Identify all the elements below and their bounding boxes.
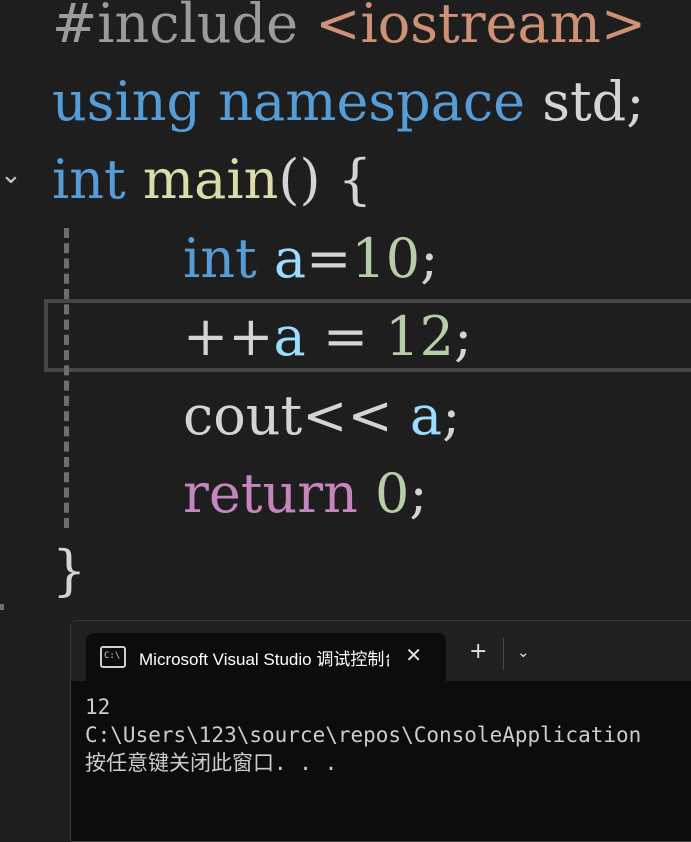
console-tab-bar: Microsoft Visual Studio 调试控制台 ✕ + ⌄ — [71, 621, 691, 681]
console-output: 12 C:\Users\123\source\repos\ConsoleAppli… — [85, 693, 641, 777]
console-tab[interactable]: Microsoft Visual Studio 调试控制台 ✕ — [86, 633, 446, 681]
output-line-1: 12 — [85, 695, 111, 719]
output-line-2: C:\Users\123\source\repos\ConsoleApplica… — [85, 723, 642, 747]
plus-icon[interactable]: + — [469, 641, 487, 663]
keyword-return: return — [183, 462, 358, 525]
code-line-4[interactable]: int a=10; — [183, 220, 438, 298]
semicolon: ; — [409, 462, 428, 525]
code-line-8[interactable]: } — [52, 532, 86, 610]
include-header: <iostream> — [315, 0, 647, 55]
code-editor[interactable]: ⌄ #include <iostream> using namespace st… — [0, 0, 691, 610]
assign-operator: = — [305, 305, 386, 368]
debug-console-window[interactable]: Microsoft Visual Studio 调试控制台 ✕ + ⌄ 12 C:… — [70, 620, 691, 842]
close-icon[interactable]: ✕ — [405, 643, 422, 667]
code-line-5[interactable]: ++a = 12; — [183, 298, 472, 376]
console-tab-title: Microsoft Visual Studio 调试控制台 — [139, 649, 389, 669]
number-literal: 0 — [375, 462, 410, 525]
number-literal: 10 — [351, 227, 421, 290]
code-line-6[interactable]: cout<< a; — [183, 377, 460, 455]
code-line-1[interactable]: #include <iostream> — [52, 0, 646, 63]
close-brace: } — [52, 539, 87, 602]
namespace-name: std — [542, 70, 627, 133]
assign-operator: = — [306, 227, 352, 290]
semicolon: ; — [626, 70, 645, 133]
code-line-2[interactable]: using namespace std; — [52, 63, 644, 141]
cout-identifier: cout — [183, 384, 303, 447]
fold-chevron-icon[interactable]: ⌄ — [0, 160, 22, 190]
variable-a: a — [273, 305, 306, 368]
keyword-int: int — [52, 148, 126, 211]
chevron-down-icon[interactable]: ⌄ — [517, 643, 530, 661]
keyword-using: using — [52, 70, 202, 133]
semicolon: ; — [420, 227, 439, 290]
stream-operator: << — [302, 384, 393, 447]
code-line-7[interactable]: return 0; — [183, 455, 428, 533]
increment-operator: ++ — [183, 305, 274, 368]
variable-a: a — [273, 227, 307, 290]
keyword-int: int — [183, 227, 257, 290]
semicolon: ; — [454, 305, 473, 368]
code-line-3[interactable]: int main() { — [52, 141, 372, 219]
preprocessor-directive: #include — [52, 0, 316, 55]
keyword-namespace: namespace — [218, 70, 526, 133]
output-line-3: 按任意键关闭此窗口. . . — [85, 751, 338, 775]
indent-guide — [64, 228, 69, 528]
semicolon: ; — [442, 384, 461, 447]
terminal-icon — [100, 646, 126, 668]
variable-a: a — [409, 384, 443, 447]
tab-divider — [503, 638, 504, 670]
gutter-marker — [0, 604, 4, 610]
parens: () — [278, 148, 321, 211]
open-brace: { — [337, 148, 373, 211]
number-literal: 12 — [385, 305, 454, 368]
function-name: main — [142, 148, 279, 211]
